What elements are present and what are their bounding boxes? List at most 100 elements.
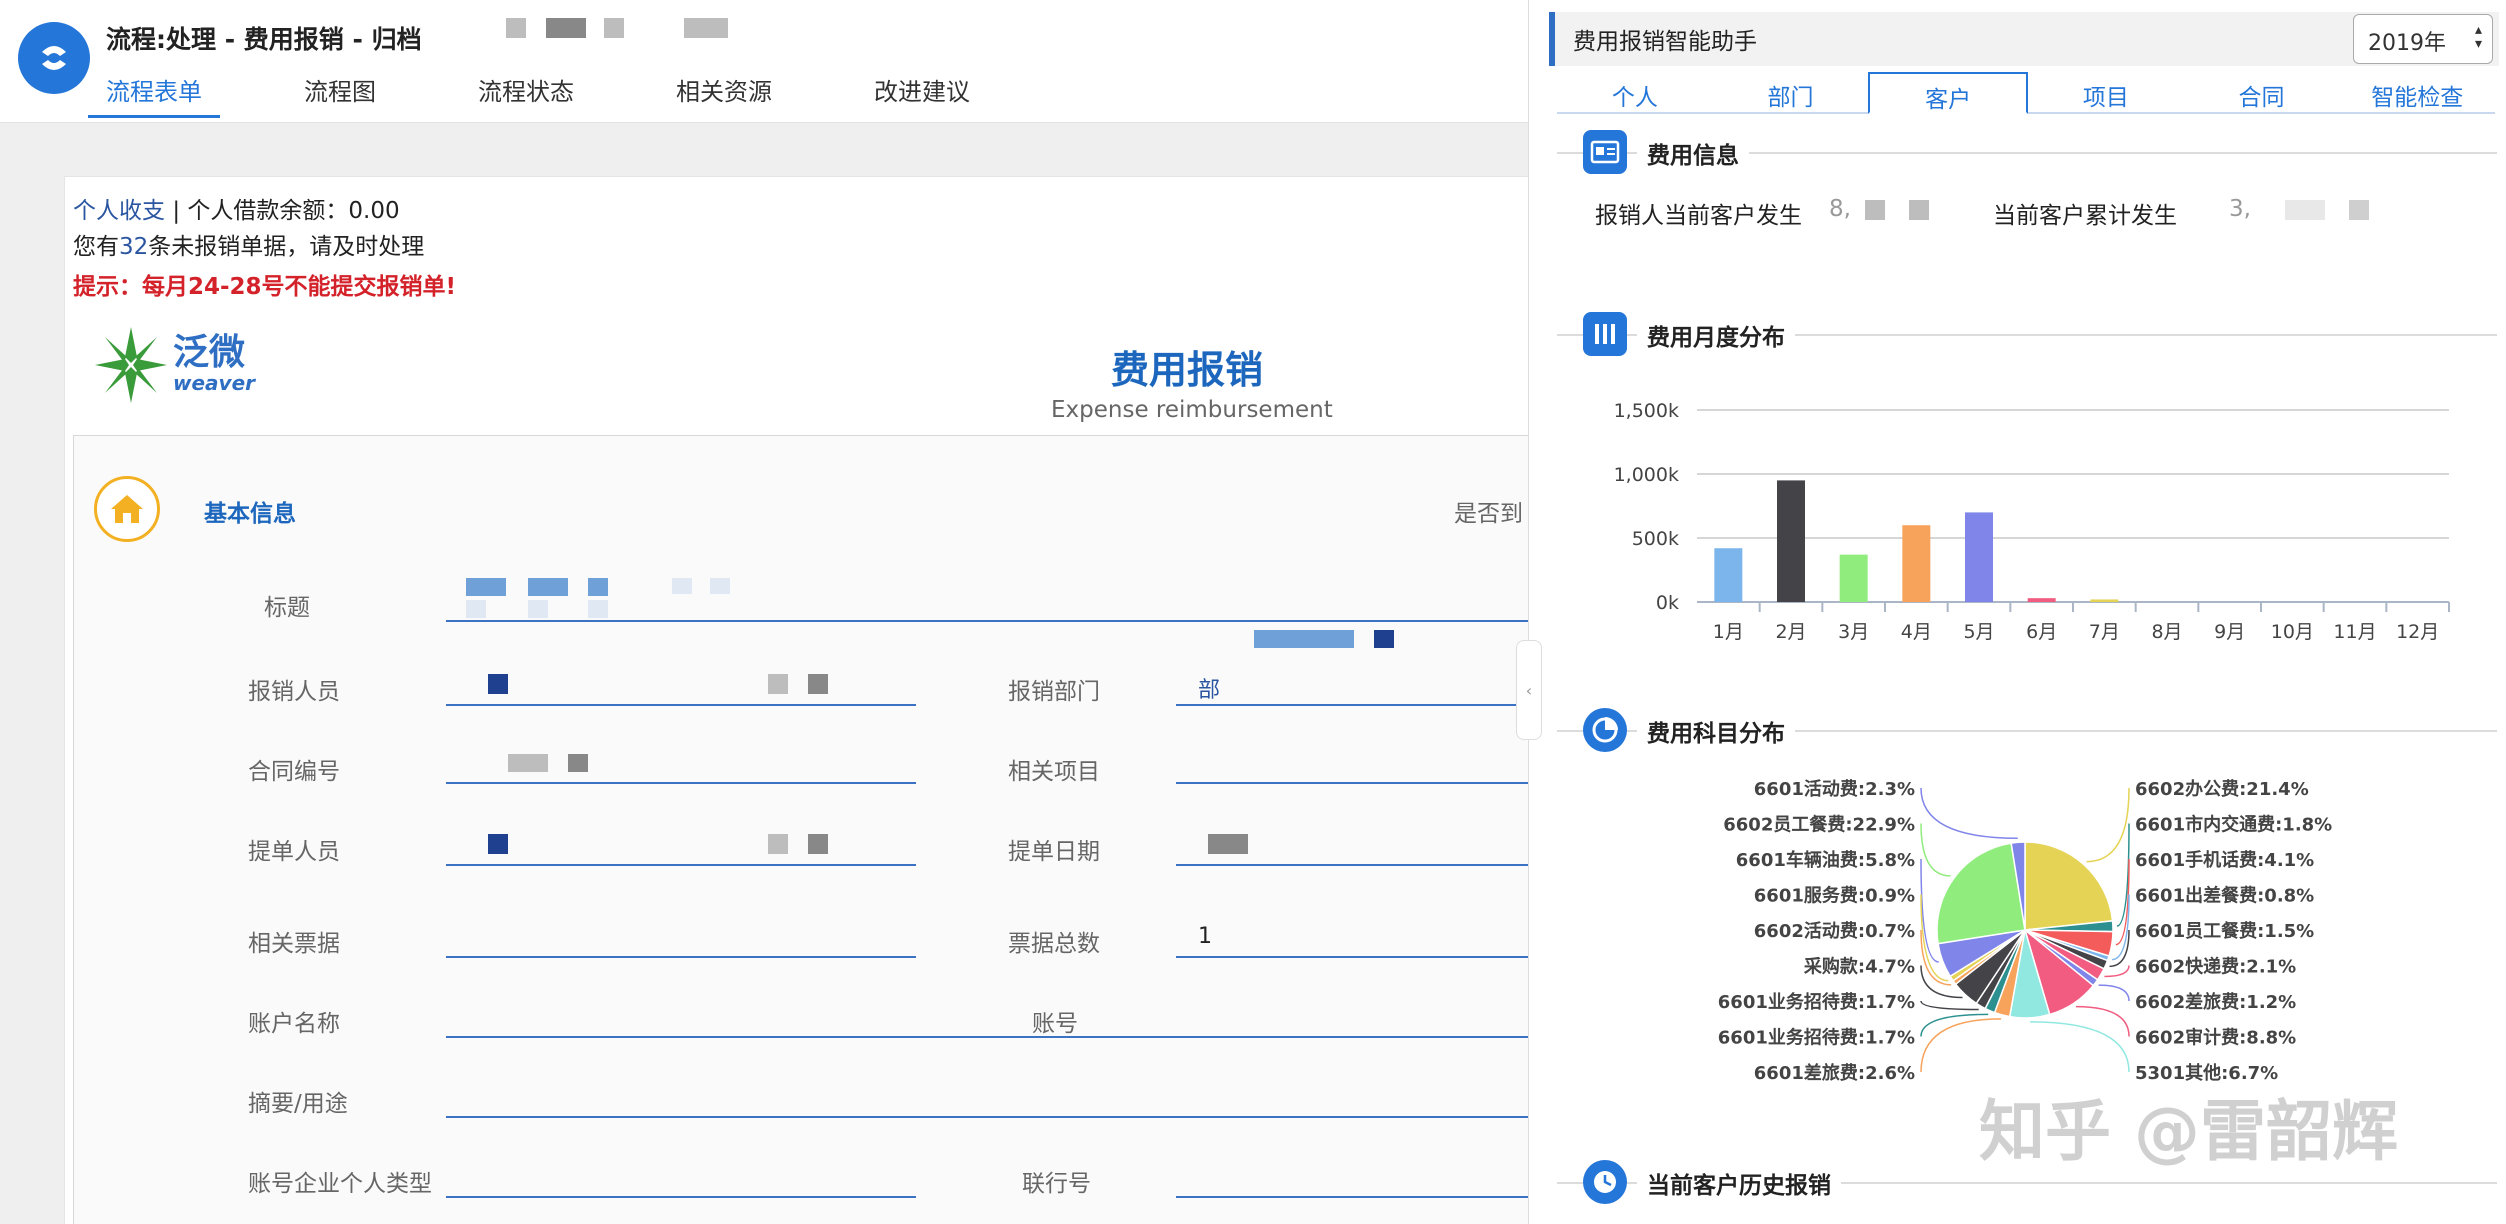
form-tabs: 流程表单 流程图 流程状态 相关资源 改进建议 (88, 70, 1054, 120)
bar (1714, 548, 1743, 602)
tab-form[interactable]: 流程表单 (88, 70, 220, 118)
pie-chart-icon (1583, 708, 1627, 752)
x-tick-label: 3月 (1838, 621, 1869, 643)
balance-line: 个人收支 | 个人借款余额：0.00 (73, 191, 400, 225)
tab-project[interactable]: 项目 (2028, 72, 2184, 112)
redacted-block (466, 600, 486, 618)
bar (1965, 512, 1993, 602)
tab-smart-check[interactable]: 智能检查 (2339, 72, 2495, 112)
form-title: 费用报销 (1111, 348, 1264, 392)
pie-label: 6602办公费:21.4% (2135, 778, 2309, 800)
pie-slice (2024, 841, 2114, 931)
category-pie-chart: 6602办公费:21.4% 6601市内交通费:1.8% 6601手机话费:4.1%… (1718, 778, 2332, 1084)
tab-status[interactable]: 流程状态 (460, 70, 592, 118)
reporter-field[interactable] (446, 704, 916, 706)
pie-leader (1920, 823, 1951, 877)
redacted-block (466, 578, 506, 596)
x-tick-label: 1月 (1713, 621, 1744, 643)
redacted-block (568, 754, 588, 772)
pending-count[interactable]: 32 (119, 234, 148, 260)
loan-balance: | 个人借款余额：0.00 (172, 198, 400, 224)
total-amount-label: 当前客户累计发生 (1993, 203, 2177, 229)
label-title: 标题 (264, 595, 310, 621)
label-summary: 摘要/用途 (248, 1091, 348, 1117)
label-submitter: 提单人员 (248, 839, 340, 865)
summary-field[interactable] (446, 1116, 1528, 1118)
bar (2090, 599, 2119, 602)
section-title: 费用月度分布 (1637, 318, 1795, 352)
redacted-block (684, 18, 728, 38)
collapse-panel-button[interactable]: ‹ (1516, 640, 1542, 740)
tab-resources[interactable]: 相关资源 (658, 70, 790, 118)
x-tick-label: 8月 (2151, 621, 2182, 643)
x-tick-label: 9月 (2214, 621, 2245, 643)
pie-leader (2075, 1005, 2130, 1037)
redacted-block (588, 600, 608, 618)
account-type-field[interactable] (446, 1196, 916, 1198)
tab-customer[interactable]: 客户 (1868, 72, 2029, 114)
total-amount-value: 3, (2229, 196, 2369, 222)
assistant-title: 费用报销智能助手 (1573, 29, 1757, 55)
x-tick-label: 6月 (2026, 621, 2057, 643)
x-tick-label: 11月 (2333, 621, 2376, 643)
pie-label: 6602审计费:8.8% (2135, 1027, 2296, 1049)
pie-leader (1920, 858, 1939, 963)
year-select[interactable]: 2019年 ▴ ▾ (2353, 14, 2493, 64)
receipt-count-field[interactable] (1176, 956, 1528, 958)
bank-no-field[interactable] (1176, 1196, 1528, 1198)
redacted-block (768, 674, 788, 694)
bar (1902, 525, 1931, 602)
label-receipts: 相关票据 (248, 931, 340, 957)
redacted-block (1374, 630, 1394, 648)
pie-label: 6601差旅费:2.6% (1754, 1062, 1915, 1084)
y-tick-label: 500k (1632, 528, 1679, 550)
tab-contract[interactable]: 合同 (2184, 72, 2340, 112)
pie-label: 6602差旅费:1.2% (2135, 991, 2296, 1013)
y-tick-label: 1,500k (1614, 400, 1679, 422)
label-project: 相关项目 (1008, 759, 1100, 785)
brand-name-en: weaver (173, 371, 256, 395)
tab-department[interactable]: 部门 (1713, 72, 1869, 112)
clock-icon (1583, 1160, 1627, 1204)
assistant-tabs: 个人 部门 客户 项目 合同 智能检查 (1557, 72, 2495, 114)
dept-field[interactable] (1176, 704, 1528, 706)
pie-leader (1920, 787, 2018, 840)
label-reporter: 报销人员 (248, 679, 340, 705)
tab-personal[interactable]: 个人 (1557, 72, 1713, 112)
x-tick-label: 2月 (1775, 621, 1806, 643)
submit-date-field[interactable] (1176, 864, 1528, 866)
account-name-field[interactable] (446, 1036, 1528, 1038)
label-dept: 报销部门 (1008, 679, 1100, 705)
app-logo-icon[interactable] (18, 22, 90, 94)
label-contract: 合同编号 (248, 759, 340, 785)
tab-flowchart[interactable]: 流程图 (286, 70, 394, 118)
redacted-block (710, 578, 730, 594)
label-receipt-count: 票据总数 (1008, 931, 1100, 957)
dept-value: 部 (1198, 678, 1221, 703)
title-field[interactable] (446, 620, 1528, 622)
label-bank-no: 联行号 (1022, 1171, 1091, 1197)
form-subtitle: Expense reimbursement (1051, 397, 1333, 423)
receipt-count-value: 1 (1198, 924, 1212, 949)
bar (1839, 554, 1868, 602)
bar (2027, 598, 2056, 602)
pie-leader (2104, 965, 2130, 978)
section-title: 费用科目分布 (1637, 714, 1795, 748)
pie-label: 6602活动费:0.7% (1754, 920, 1915, 942)
project-field[interactable] (1176, 782, 1528, 784)
submitter-field[interactable] (446, 864, 916, 866)
x-tick-label: 5月 (1963, 621, 1994, 643)
personal-finance-link[interactable]: 个人收支 (73, 198, 165, 224)
redacted-block (488, 834, 508, 854)
receipts-field[interactable] (446, 956, 916, 958)
watermark: 知乎 @雷韶辉 (1979, 1093, 2398, 1170)
x-tick-label: 4月 (1901, 621, 1932, 643)
y-tick-label: 1,000k (1614, 464, 1679, 486)
pie-leader (1920, 1018, 2002, 1073)
section-title: 基本信息 (204, 501, 296, 527)
tab-suggestions[interactable]: 改进建议 (856, 70, 988, 118)
label-account-no: 账号 (1032, 1011, 1078, 1037)
pie-label: 6602快递费:2.1% (2135, 956, 2296, 978)
brand-name-cn: 泛微 (173, 332, 246, 373)
contract-field[interactable] (446, 782, 916, 784)
